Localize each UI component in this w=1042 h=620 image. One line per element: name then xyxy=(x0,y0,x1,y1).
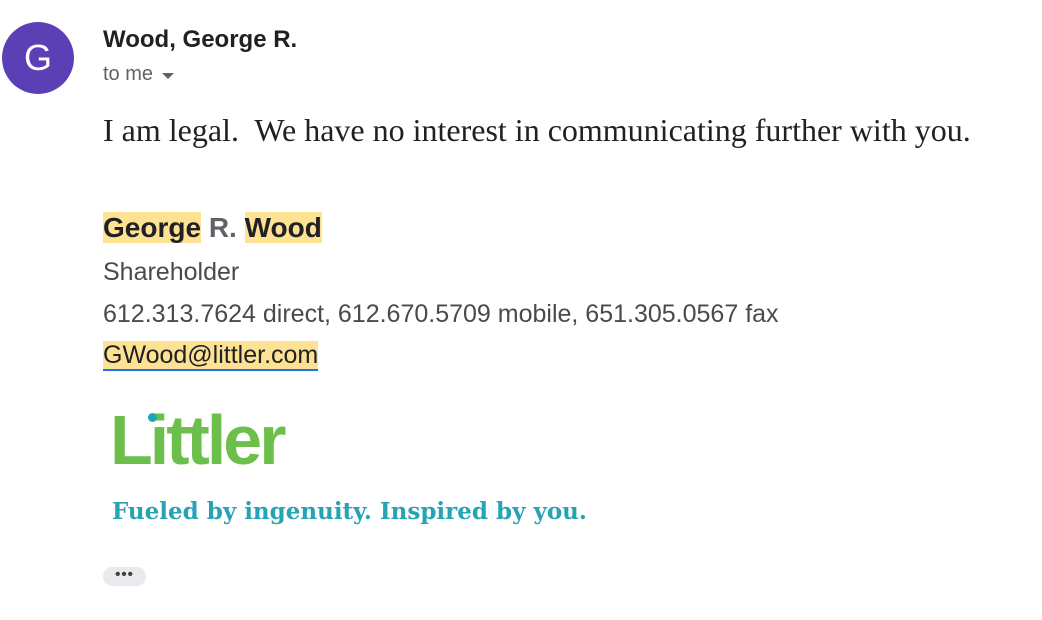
email-link[interactable]: GWood@littler.com xyxy=(103,341,319,371)
signature-first-name: George xyxy=(103,212,202,243)
sender-avatar[interactable]: G xyxy=(2,22,74,94)
more-dots-icon: ••• xyxy=(115,566,134,583)
littler-logo: Littler xyxy=(110,401,286,479)
logo-dot xyxy=(148,413,157,422)
recipient-details-toggle[interactable]: to me xyxy=(103,63,175,86)
message-body: I am legal. We have no interest in commu… xyxy=(103,112,971,148)
signature-middle-initial: R. xyxy=(208,212,237,243)
signature-last-name: Wood xyxy=(244,212,322,243)
logo-tagline: Fueled by ingenuity. Inspired by you. xyxy=(112,498,587,525)
show-trimmed-content-button[interactable]: ••• xyxy=(103,567,146,586)
signature-phone-numbers: 612.313.7624 direct, 612.670.5709 mobile… xyxy=(103,300,779,328)
recipient-label: to me xyxy=(103,63,154,85)
caret-down-icon[interactable] xyxy=(162,72,175,79)
sender-name[interactable]: Wood, George R. xyxy=(103,26,297,54)
signature-name: George R. Wood xyxy=(103,212,322,244)
signature-title: Shareholder xyxy=(103,258,240,286)
signature-email: GWood@littler.com xyxy=(103,341,319,371)
